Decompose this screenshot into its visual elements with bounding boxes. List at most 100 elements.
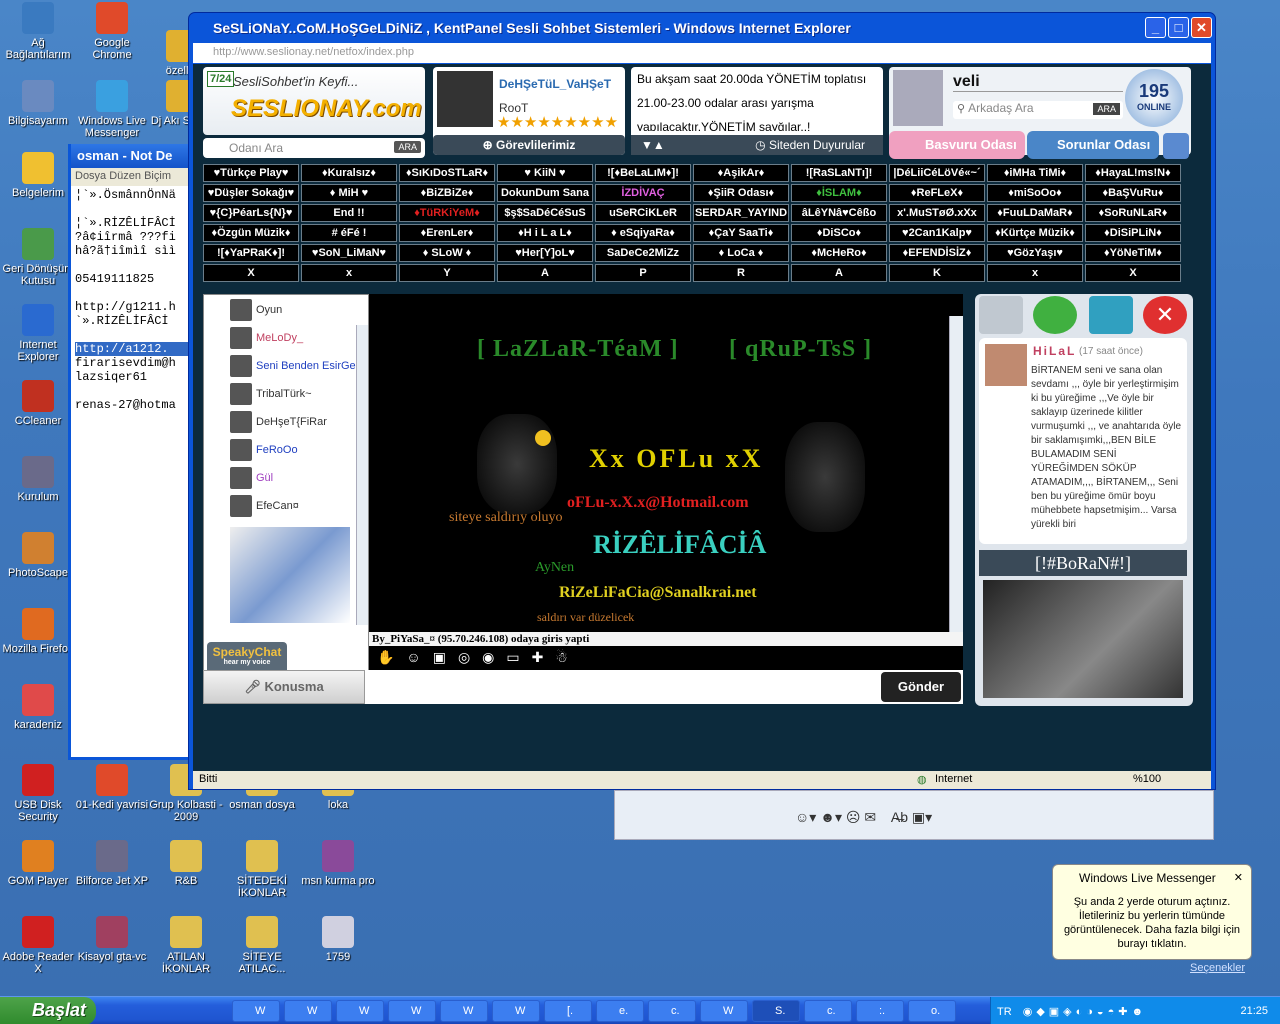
room-button[interactable]: ♦ LoCa ♦ [693,244,789,262]
room-button[interactable]: x'.MuSTøØ.xXx [889,204,985,222]
toolbar-icons[interactable]: ✋☺▣◎◉▭✚☃ [377,649,580,666]
room-button[interactable]: ♦Kuralsız♦ [301,164,397,182]
staff-button[interactable]: ⊕ Görevlilerimiz [433,135,625,155]
room-button[interactable]: $ş$SaDéCéSuS [497,204,593,222]
taskbar-button[interactable]: W [284,1000,332,1022]
messenger-notification[interactable]: Windows Live Messenger ✕ Şu anda 2 yerde… [1052,864,1252,960]
desktop-icon[interactable]: Mozilla Firefox [0,608,76,655]
room-button[interactable]: ♦H i L a L♦ [497,224,593,242]
user-row[interactable]: Seni Benden EsirGer [230,353,368,379]
room-button[interactable]: ♦YöNeTiM♦ [1085,244,1181,262]
taskbar-button[interactable]: c. [648,1000,696,1022]
room-button[interactable]: ♦ŞiiR Odası♦ [693,184,789,202]
room-button[interactable]: K [889,264,985,282]
sorunlar-room-button[interactable]: Sorunlar Odası [1027,131,1159,159]
balloon-text[interactable]: Şu anda 2 yerde oturum açtınız. İletiler… [1061,895,1243,951]
room-button[interactable]: ![♦YaPRaK♦]! [203,244,299,262]
room-button[interactable]: X [1085,264,1181,282]
taskbar-button[interactable]: o. [908,1000,956,1022]
room-button[interactable]: ♦Özgün Müzik♦ [203,224,299,242]
room-button[interactable]: ♦miSoOo♦ [987,184,1083,202]
clock[interactable]: 21:25 [1240,1005,1268,1017]
room-button[interactable]: DokunDum Sana [497,184,593,202]
minimize-button[interactable]: _ [1145,17,1166,38]
room-button[interactable]: # éFé ! [301,224,397,242]
user-row[interactable]: Gül [230,465,368,491]
taskbar-button[interactable]: S. [752,1000,800,1022]
desktop-icon[interactable]: PhotoScape [0,532,76,579]
user-row[interactable]: FeRoOo [230,437,368,463]
user-list-scrollbar[interactable] [356,325,368,625]
desktop-icon[interactable]: SİTEYE ATILAC... [224,916,300,975]
desktop-icon[interactable]: Kisayol gta-vc [74,916,150,963]
room-button[interactable]: A [497,264,593,282]
room-button[interactable]: ♥Düşler Sokağı♥ [203,184,299,202]
user-list[interactable]: Oyun MeLoDy_ Seni Benden EsirGer TribalTürk… [203,294,369,702]
sms-icon[interactable] [1033,296,1077,334]
room-button[interactable]: ♦BaŞVuRu♦ [1085,184,1181,202]
room-button[interactable]: ♦iMHa TiMi♦ [987,164,1083,182]
balloon-close-icon[interactable]: ✕ [1234,871,1243,884]
lang-indicator[interactable]: TR [997,1006,1012,1018]
chat-area[interactable]: [ LaZLaR-TéaM ] [ qRuP-TsS ] Xx OFLu xX … [369,294,963,646]
room-button[interactable]: İZDİVAÇ [595,184,691,202]
room-button[interactable]: SaDeCe2MiZz [595,244,691,262]
room-button[interactable]: A [791,264,887,282]
room-button[interactable]: ♦DiSCo♦ [791,224,887,242]
basvuru-room-button[interactable]: Basvuru Odası [889,131,1025,159]
room-button[interactable]: ♦ErenLer♦ [399,224,495,242]
desktop-icon[interactable]: Internet Explorer [0,304,76,363]
taskbar-button[interactable]: W [232,1000,280,1022]
user-row[interactable]: Oyun [230,297,368,323]
desktop-icon[interactable]: R&B [148,840,224,887]
close-button[interactable]: ✕ [1191,17,1212,38]
room-button[interactable]: uSeRCiKLeR [595,204,691,222]
room-button[interactable]: ♥GözYaşı♥ [987,244,1083,262]
room-button[interactable]: x [301,264,397,282]
refresh-icon[interactable] [1089,296,1133,334]
palette-icon[interactable] [1163,133,1189,159]
room-button[interactable]: X [203,264,299,282]
profile-icon[interactable] [979,296,1023,334]
room-button[interactable]: R [693,264,789,282]
room-button[interactable]: SERDAR_YAYIND [693,204,789,222]
desktop-icon[interactable]: SİTEDEKİ İKONLAR [224,840,300,899]
room-button[interactable]: ♦SıKıDoSTLaR♦ [399,164,495,182]
room-button[interactable]: ♦HayaL!ms!N♦ [1085,164,1181,182]
friend-search-input[interactable]: Arkadaş Ara [968,101,1033,115]
desktop-icon[interactable]: 01-Kedi yavrisi [74,764,150,811]
room-button[interactable]: ♦FuuLDaMaR♦ [987,204,1083,222]
room-button[interactable]: ♥SoN_LiMaN♥ [301,244,397,262]
room-button[interactable]: x [987,264,1083,282]
room-button[interactable]: ♦BiZBiZe♦ [399,184,495,202]
room-button[interactable]: ♦ReFLeX♦ [889,184,985,202]
room-button[interactable]: âLêYNâ♥Cêßo [791,204,887,222]
notepad-title[interactable]: osman - Not De [71,144,195,168]
announcement-button[interactable]: ▼▲ ◷ Siteden Duyurular [631,135,883,155]
scroll-arrows-icon[interactable]: ▼▲ [641,135,665,155]
desktop-icon[interactable]: GOM Player [0,840,76,887]
room-button[interactable]: ♥{C}PéarLs{N}♥ [203,204,299,222]
room-button[interactable]: ♥2Can1Kalp♥ [889,224,985,242]
desktop-icon[interactable]: Bilgisayarım [0,80,76,127]
room-button[interactable]: ♦ SLoW ♦ [399,244,495,262]
room-button[interactable]: ♦McHeRo♦ [791,244,887,262]
user-row[interactable]: MeLoDy_ [230,325,368,351]
room-button[interactable]: ♦DiSiPLiN♦ [1085,224,1181,242]
room-button[interactable]: ♦ÇaY SaaTi♦ [693,224,789,242]
user-row[interactable]: EfeCan¤ [230,493,368,519]
notepad-menu[interactable]: Dosya Düzen Biçim [71,168,195,186]
room-button[interactable]: ♦SoRuNLaR♦ [1085,204,1181,222]
tray-icons[interactable]: ◉◆▣◈◐◑◒◓✚☻ [1023,1006,1147,1018]
desktop-icon[interactable]: karadeniz [0,684,76,731]
taskbar-button[interactable]: W [440,1000,488,1022]
emoticon-toolbar[interactable]: ☺▾ ☻▾ ☹ ✉ A̶b ▣▾ [795,809,932,826]
options-link[interactable]: Seçenekler [1190,962,1245,974]
desktop-icon[interactable]: Belgelerim [0,152,76,199]
start-button[interactable]: Başlat [0,997,96,1024]
notepad-text[interactable]: ¦`».ÖsmânnÖnNä ¦`».RİZÊLİFÂCİ ?â¢iîrmâ ???… [71,186,195,414]
room-button[interactable]: P [595,264,691,282]
konusma-button[interactable]: 🎤︎ Konusma [203,670,365,704]
chat-scrollbar[interactable] [949,316,963,646]
message-input[interactable] [367,670,879,704]
